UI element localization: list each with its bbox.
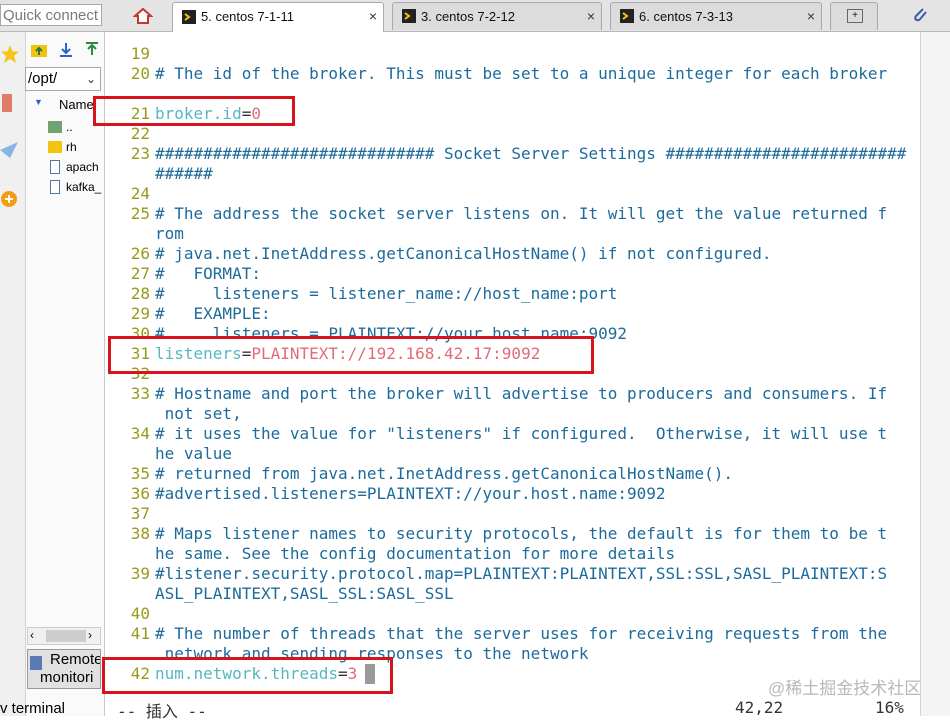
line-number: 40 xyxy=(130,604,150,623)
line-text: # listeners = listener_name://host_name:… xyxy=(155,284,618,303)
horizontal-scrollbar[interactable]: ‹ › xyxy=(27,627,101,645)
status-position: 42,22 xyxy=(735,698,784,717)
close-icon[interactable]: × xyxy=(807,3,815,29)
right-scroll-strip[interactable] xyxy=(920,32,950,716)
line-number: 25 xyxy=(130,204,150,223)
quick-connect-input[interactable]: Quick connect xyxy=(0,4,102,26)
line-number: 19 xyxy=(130,44,150,63)
send-icon[interactable] xyxy=(0,140,20,160)
text-cursor xyxy=(365,664,375,684)
line-number: 33 xyxy=(130,384,150,403)
line-number: 20 xyxy=(130,64,150,83)
plus-icon: + xyxy=(847,9,863,23)
line-number: 28 xyxy=(130,284,150,303)
line-text: # The address the socket server listens … xyxy=(155,204,888,223)
line-number: 29 xyxy=(130,304,150,323)
line-text: # it uses the value for "listeners" if c… xyxy=(155,424,888,443)
vim-status-line: -- 插入 -- 42,22 16% xyxy=(105,698,920,721)
line-number: 24 xyxy=(130,184,150,203)
terminal-tab-icon xyxy=(182,10,196,24)
folder-up-icon[interactable] xyxy=(30,42,48,58)
tab-label: 3. centos 7-2-12 xyxy=(421,9,515,24)
line-number: 23 xyxy=(130,144,150,163)
sftp-icon[interactable] xyxy=(0,190,18,208)
file-icon xyxy=(50,160,60,174)
status-percent: 16% xyxy=(875,698,904,717)
attachment-icon[interactable] xyxy=(911,5,929,25)
scroll-left-icon[interactable]: ‹ xyxy=(30,628,34,642)
tab-session-2[interactable]: 3. centos 7-2-12 × xyxy=(392,2,602,30)
line-number: 39 xyxy=(130,564,150,583)
monitor-icon xyxy=(30,656,42,670)
name-column-header[interactable]: Name xyxy=(59,97,94,112)
home-icon xyxy=(133,7,153,24)
line-text: he same. See the config documentation fo… xyxy=(155,544,676,563)
scroll-right-icon[interactable]: › xyxy=(88,628,92,642)
highlight-broker-id xyxy=(93,96,295,126)
terminal-view[interactable]: 19 20 # The id of the broker. This must be… xyxy=(93,32,920,716)
terminal-tab-icon xyxy=(402,9,416,23)
highlight-num-network-threads xyxy=(102,657,393,694)
upload-icon[interactable] xyxy=(84,42,100,58)
line-text: ASL_PLAINTEXT,SASL_SSL:SASL_SSL xyxy=(155,584,454,603)
line-number: 22 xyxy=(130,124,150,143)
line-text: he value xyxy=(155,444,233,463)
terminal-toggle-label[interactable]: v terminal xyxy=(0,700,65,717)
line-text: #advertised.listeners=PLAINTEXT://your.h… xyxy=(155,484,666,503)
path-value: /opt/ xyxy=(28,70,58,87)
parent-folder-icon xyxy=(48,121,62,133)
line-number: 35 xyxy=(130,464,150,483)
download-icon[interactable] xyxy=(58,42,74,58)
remote-path-select[interactable]: /opt/ ⌄ xyxy=(25,67,101,91)
tab-label: 5. centos 7-1-11 xyxy=(201,9,294,24)
line-text: rom xyxy=(155,224,184,243)
side-toolbar xyxy=(0,32,26,716)
line-text: # The number of threads that the server … xyxy=(155,624,888,643)
line-number: 26 xyxy=(130,244,150,263)
highlight-listeners xyxy=(108,336,594,374)
tab-label: 6. centos 7-3-13 xyxy=(639,9,733,24)
status-mode: -- 插入 -- xyxy=(117,702,207,721)
line-number: 37 xyxy=(130,504,150,523)
tab-session-1[interactable]: 5. centos 7-1-11 × xyxy=(172,2,384,32)
line-number: 38 xyxy=(130,524,150,543)
star-icon[interactable] xyxy=(0,44,20,64)
terminal-tab-icon xyxy=(620,9,634,23)
line-text: # Hostname and port the broker will adve… xyxy=(155,384,888,403)
file-icon xyxy=(50,180,60,194)
line-text: # FORMAT: xyxy=(155,264,261,283)
home-button[interactable] xyxy=(120,2,166,30)
line-number: 41 xyxy=(130,624,150,643)
line-text: # java.net.InetAddress.getCanonicalHostN… xyxy=(155,244,772,263)
tree-expand-icon[interactable]: ▼ xyxy=(34,97,43,107)
watermark: @稀土掘金技术社区 xyxy=(768,679,922,698)
close-icon[interactable]: × xyxy=(587,3,595,29)
line-text: not set, xyxy=(155,404,242,423)
line-number: 36 xyxy=(130,484,150,503)
close-icon[interactable]: × xyxy=(369,3,377,29)
line-text: ############################# Socket Ser… xyxy=(155,144,907,163)
line-text: # EXAMPLE: xyxy=(155,304,271,323)
new-tab-button[interactable]: + xyxy=(830,2,878,30)
line-text: # Maps listener names to security protoc… xyxy=(155,524,888,543)
chevron-down-icon: ⌄ xyxy=(85,72,96,86)
line-text: # The id of the broker. This must be set… xyxy=(155,64,888,83)
line-number: 27 xyxy=(130,264,150,283)
connection-icon[interactable] xyxy=(0,92,20,114)
folder-icon xyxy=(48,141,62,153)
remote-monitor-button[interactable]: Remote monitori xyxy=(27,649,101,689)
line-number: 34 xyxy=(130,424,150,443)
line-text: #listener.security.protocol.map=PLAINTEX… xyxy=(155,564,888,583)
line-text: # returned from java.net.InetAddress.get… xyxy=(155,464,733,483)
scroll-thumb[interactable] xyxy=(46,630,86,642)
line-text: ###### xyxy=(155,164,213,183)
tab-session-3[interactable]: 6. centos 7-3-13 × xyxy=(610,2,822,30)
